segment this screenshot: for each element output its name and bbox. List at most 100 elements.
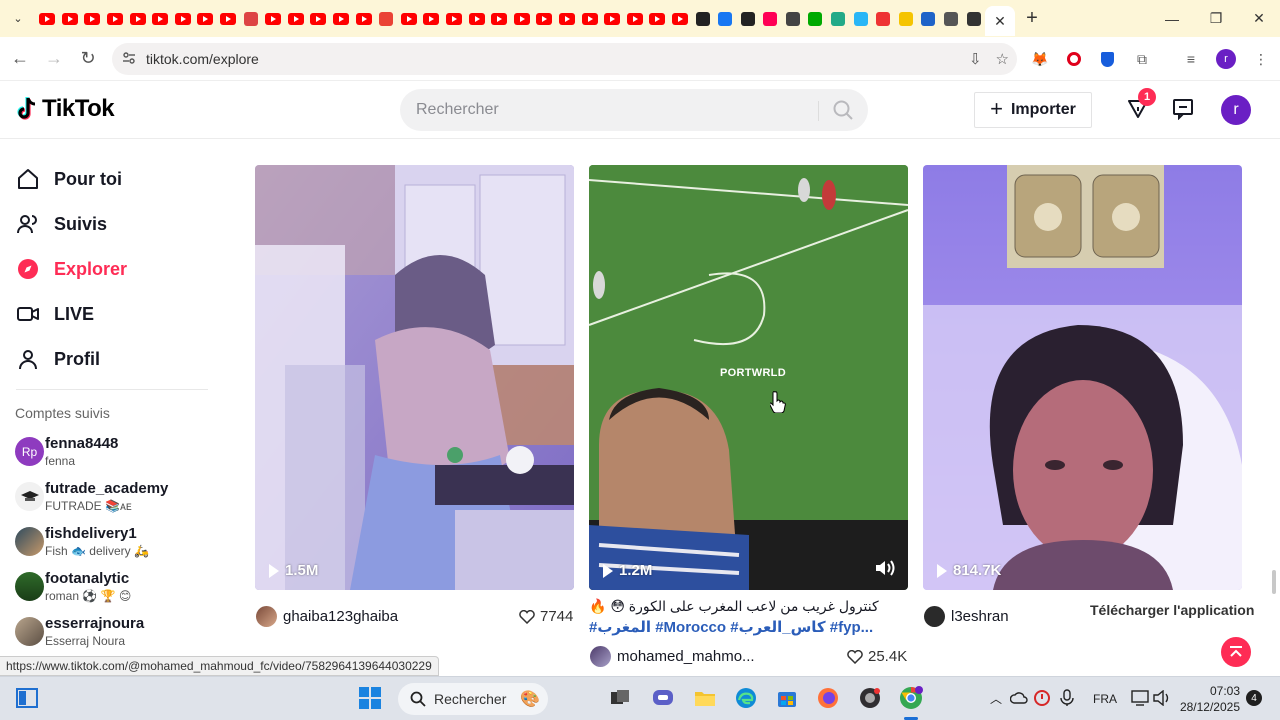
keyboard-language[interactable]: FRA xyxy=(1093,692,1117,706)
tab-favicon[interactable] xyxy=(104,0,127,37)
tab-favicon[interactable] xyxy=(285,0,308,37)
tab-favicon[interactable] xyxy=(556,0,579,37)
nav-live[interactable]: LIVE xyxy=(16,299,94,329)
tab-favicon[interactable] xyxy=(36,0,59,37)
taskbar-search[interactable]: Rechercher 🎨 xyxy=(398,683,548,715)
tab-favicon[interactable] xyxy=(623,0,646,37)
video-thumbnail[interactable]: 814.7K xyxy=(923,165,1242,590)
minimize-icon[interactable]: — xyxy=(1150,0,1194,37)
tab-favicon[interactable] xyxy=(646,0,669,37)
tab-favicon[interactable] xyxy=(872,0,895,37)
site-info-icon[interactable] xyxy=(112,51,142,68)
tab-favicon[interactable] xyxy=(714,0,737,37)
microsoft-store-icon[interactable] xyxy=(774,685,800,711)
tab-favicon[interactable] xyxy=(669,0,692,37)
tab-favicon[interactable] xyxy=(827,0,850,37)
file-explorer-icon[interactable] xyxy=(692,685,718,711)
tab-favicon[interactable] xyxy=(81,0,104,37)
tab-search-chevron-icon[interactable]: ⌄ xyxy=(0,0,36,37)
followed-account[interactable]: Rp fenna8448 fenna xyxy=(15,435,225,471)
nav-following[interactable]: Suivis xyxy=(16,209,107,239)
tab-favicon[interactable] xyxy=(262,0,285,37)
video-thumbnail[interactable]: 1.5M xyxy=(255,165,574,590)
video-caption[interactable]: كنترول غريب من لاعب المغرب على الكورة 😳 … xyxy=(589,598,907,615)
new-tab-button[interactable]: + xyxy=(1015,7,1049,30)
tab-favicon[interactable] xyxy=(759,0,782,37)
tab-favicon[interactable] xyxy=(895,0,918,37)
browser-menu-icon[interactable]: ⋮ xyxy=(1250,48,1272,70)
tab-favicon[interactable] xyxy=(917,0,940,37)
task-view-icon[interactable] xyxy=(607,685,633,711)
tab-favicon[interactable] xyxy=(59,0,82,37)
tab-favicon[interactable] xyxy=(375,0,398,37)
clock-time[interactable]: 07:03 xyxy=(1184,684,1240,698)
video-author[interactable]: ghaiba123ghaiba xyxy=(256,606,398,627)
tab-favicon[interactable] xyxy=(149,0,172,37)
tab-favicon[interactable] xyxy=(330,0,353,37)
media-control-icon[interactable]: ≡ xyxy=(1180,48,1202,70)
widgets-icon[interactable] xyxy=(14,685,40,711)
active-tab[interactable]: ✕ xyxy=(984,6,1015,36)
back-to-top-button[interactable] xyxy=(1221,637,1251,667)
tab-favicon[interactable] xyxy=(601,0,624,37)
tab-favicon[interactable] xyxy=(782,0,805,37)
tab-favicon[interactable] xyxy=(465,0,488,37)
tab-favicon[interactable] xyxy=(172,0,195,37)
tab-favicon[interactable] xyxy=(239,0,262,37)
video-author[interactable]: l3eshran xyxy=(924,606,1009,627)
tab-favicon[interactable] xyxy=(804,0,827,37)
tab-favicon[interactable] xyxy=(691,0,714,37)
tiktok-logo[interactable]: TikTok xyxy=(16,95,115,123)
start-windows-icon[interactable] xyxy=(357,685,383,711)
teams-chat-icon[interactable] xyxy=(650,685,676,711)
metamask-extension-icon[interactable]: 🦊 xyxy=(1029,48,1051,70)
nav-for-you[interactable]: Pour toi xyxy=(16,164,122,194)
tab-favicon[interactable] xyxy=(307,0,330,37)
page-scrollbar[interactable] xyxy=(1272,570,1276,594)
microphone-icon[interactable] xyxy=(1054,685,1080,711)
followed-account[interactable]: footanalytic roman ⚽ 🏆 😊 xyxy=(15,570,225,606)
back-icon[interactable]: ← xyxy=(3,42,37,76)
tab-favicon[interactable] xyxy=(194,0,217,37)
video-author[interactable]: mohamed_mahmo... xyxy=(590,646,755,667)
bookmark-star-icon[interactable]: ☆ xyxy=(996,50,1009,68)
address-bar[interactable]: tiktok.com/explore ⇩ ☆ xyxy=(112,43,1017,75)
clock-date[interactable]: 28/12/2025 xyxy=(1178,700,1240,714)
messages-icon[interactable] xyxy=(1172,98,1194,120)
followed-account[interactable]: esserrajnoura Esserraj Noura xyxy=(15,615,225,651)
opera-extension-icon[interactable] xyxy=(1063,48,1085,70)
tab-favicon[interactable] xyxy=(510,0,533,37)
close-window-icon[interactable]: ✕ xyxy=(1237,0,1280,37)
download-app-button[interactable]: Télécharger l'application xyxy=(1084,600,1261,620)
nav-profile[interactable]: Profil xyxy=(16,344,100,374)
tab-favicon[interactable] xyxy=(420,0,443,37)
firefox-icon[interactable] xyxy=(815,685,841,711)
volume-icon[interactable] xyxy=(1149,685,1175,711)
tab-favicon[interactable] xyxy=(352,0,375,37)
tab-favicon[interactable] xyxy=(126,0,149,37)
import-button[interactable]: + Importer xyxy=(974,92,1092,128)
volume-icon[interactable] xyxy=(874,558,896,578)
profile-avatar[interactable]: r xyxy=(1221,95,1251,125)
restore-icon[interactable]: ❐ xyxy=(1194,0,1238,37)
tab-favicon[interactable] xyxy=(962,0,985,37)
tab-favicon[interactable] xyxy=(533,0,556,37)
browser-profile-avatar[interactable]: r xyxy=(1215,48,1237,70)
tab-favicon[interactable] xyxy=(443,0,466,37)
edge-browser-icon[interactable] xyxy=(733,685,759,711)
video-hashtags[interactable]: #المغرب #Morocco #كاس_العرب #fyp... xyxy=(589,618,873,636)
search-icon[interactable] xyxy=(832,99,854,121)
install-app-icon[interactable]: ⇩ xyxy=(969,50,982,68)
tab-favicon[interactable] xyxy=(940,0,963,37)
notification-count-badge[interactable]: 4 xyxy=(1246,690,1262,706)
reload-icon[interactable]: ↻ xyxy=(71,42,105,76)
search-input[interactable] xyxy=(400,101,800,119)
video-thumbnail[interactable]: PORTWRLD 1.2M xyxy=(589,165,908,590)
obs-icon[interactable] xyxy=(857,685,883,711)
followed-account[interactable]: futrade_academy FUTRADE 📚ᴀᴇ xyxy=(15,480,225,516)
bitwarden-extension-icon[interactable] xyxy=(1096,48,1118,70)
tab-favicon[interactable] xyxy=(736,0,759,37)
tab-favicon[interactable] xyxy=(217,0,240,37)
nav-explore[interactable]: Explorer xyxy=(16,254,127,284)
followed-account[interactable]: fishdelivery1 Fish 🐟 delivery 🛵 xyxy=(15,525,225,561)
